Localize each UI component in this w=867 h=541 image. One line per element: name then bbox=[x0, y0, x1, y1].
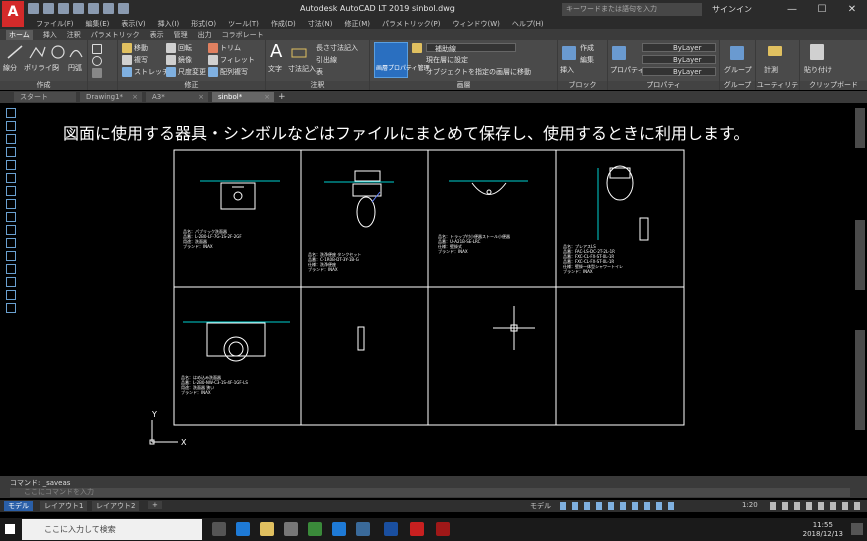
symbol-urinal[interactable] bbox=[449, 180, 528, 195]
autocad-taskbar-icon[interactable] bbox=[410, 522, 424, 536]
symbol-grid bbox=[173, 149, 685, 426]
cell-text-5: 品名：はめ込み洗面器 品番：L-2B0-NW-C3-1S-4F-1GF-LS 用… bbox=[181, 374, 248, 395]
command-line: コマンド: _saveas ここにコマンドを入力 bbox=[0, 476, 867, 498]
cell-text-4: 品名：プレアスLS 品番：FAC-LS-DC-2T-2L-1R 品番：FXC-C… bbox=[563, 243, 623, 274]
add-layout-icon[interactable]: + bbox=[148, 501, 162, 509]
app-icon[interactable] bbox=[356, 522, 370, 536]
autocad-window: A Autodesk AutoCAD LT 2019 sinbol.dwg キー… bbox=[0, 0, 867, 541]
command-input[interactable]: ここにコマンドを入力 bbox=[10, 488, 850, 497]
symbol-recessed-basin[interactable] bbox=[183, 321, 290, 362]
symbol-sheet: Y X 品名：パブリック洗面器 品番：L-2B0-LF-7G-1S-2F-2GF… bbox=[149, 149, 685, 447]
browser-icon[interactable] bbox=[332, 522, 346, 536]
symbol-toilet-tank[interactable] bbox=[324, 170, 394, 228]
layout-tab-layout2[interactable]: レイアウト2 bbox=[92, 501, 140, 511]
explorer-icon[interactable] bbox=[260, 522, 274, 536]
clock-date: 2018/12/13 bbox=[802, 530, 843, 538]
store-icon[interactable] bbox=[308, 522, 322, 536]
ucs-y-label: Y bbox=[151, 410, 157, 419]
symbol-wall-toilet[interactable] bbox=[597, 165, 649, 241]
taskbar-search-box[interactable]: ここに入力して検索 bbox=[22, 519, 202, 540]
clock-time: 11:55 bbox=[812, 521, 833, 529]
cell2-line4: ブランド：INAX bbox=[308, 266, 338, 272]
status-bar: モデル レイアウト1 レイアウト2 + モデル 1:20 bbox=[0, 500, 867, 512]
layout-tab-layout1[interactable]: レイアウト1 bbox=[40, 501, 88, 511]
mail-icon[interactable] bbox=[284, 522, 298, 536]
command-history: コマンド: _saveas bbox=[10, 479, 71, 487]
autocad-lt-taskbar-icon[interactable] bbox=[436, 522, 450, 536]
cell5-line4: ブランド：INAX bbox=[181, 389, 211, 395]
symbol-crosshair[interactable] bbox=[493, 306, 535, 350]
symbol-wash-basin[interactable] bbox=[200, 180, 280, 210]
model-space-label[interactable]: モデル bbox=[530, 501, 551, 511]
cell3-line4: ブランド：INAX bbox=[438, 248, 468, 254]
cell-text-1: 品名：パブリック洗面器 品番：L-2B0-LF-7G-1S-2F-2GF 用途：… bbox=[183, 228, 242, 249]
taskbar-app-icon[interactable] bbox=[384, 522, 398, 536]
annotation-scale[interactable]: 1:20 bbox=[742, 501, 758, 509]
cell-text-3: 品名：トラップ付小便器ストール小便器 品番：U-A21B-SE-LRC 仕様：壁… bbox=[438, 233, 510, 254]
task-view-icon[interactable] bbox=[212, 522, 226, 536]
autocad-logo-icon[interactable]: A bbox=[2, 1, 24, 27]
status-tools[interactable] bbox=[770, 502, 860, 510]
symbol-outlet[interactable] bbox=[357, 326, 365, 351]
ucs-x-label: X bbox=[181, 438, 187, 447]
system-clock[interactable]: 11:55 2018/12/13 bbox=[803, 521, 843, 539]
cell1-line4: ブランド：INAX bbox=[183, 243, 213, 249]
cell-text-2: 品名：洗浄便座 タンクセット 品番：C-1R0B-DT-3Y-1B-G 仕様：洗… bbox=[308, 251, 361, 272]
drafting-toggles[interactable] bbox=[560, 502, 680, 510]
windows-taskbar: ここに入力して検索 11:55 2018/12/13 bbox=[0, 518, 867, 541]
edge-icon[interactable] bbox=[236, 522, 250, 536]
layout-tab-model[interactable]: モデル bbox=[4, 501, 33, 511]
windows-start-icon[interactable] bbox=[5, 524, 15, 534]
cell4-line6: ブランド：INAX bbox=[563, 268, 593, 274]
notification-icon[interactable] bbox=[851, 523, 863, 535]
